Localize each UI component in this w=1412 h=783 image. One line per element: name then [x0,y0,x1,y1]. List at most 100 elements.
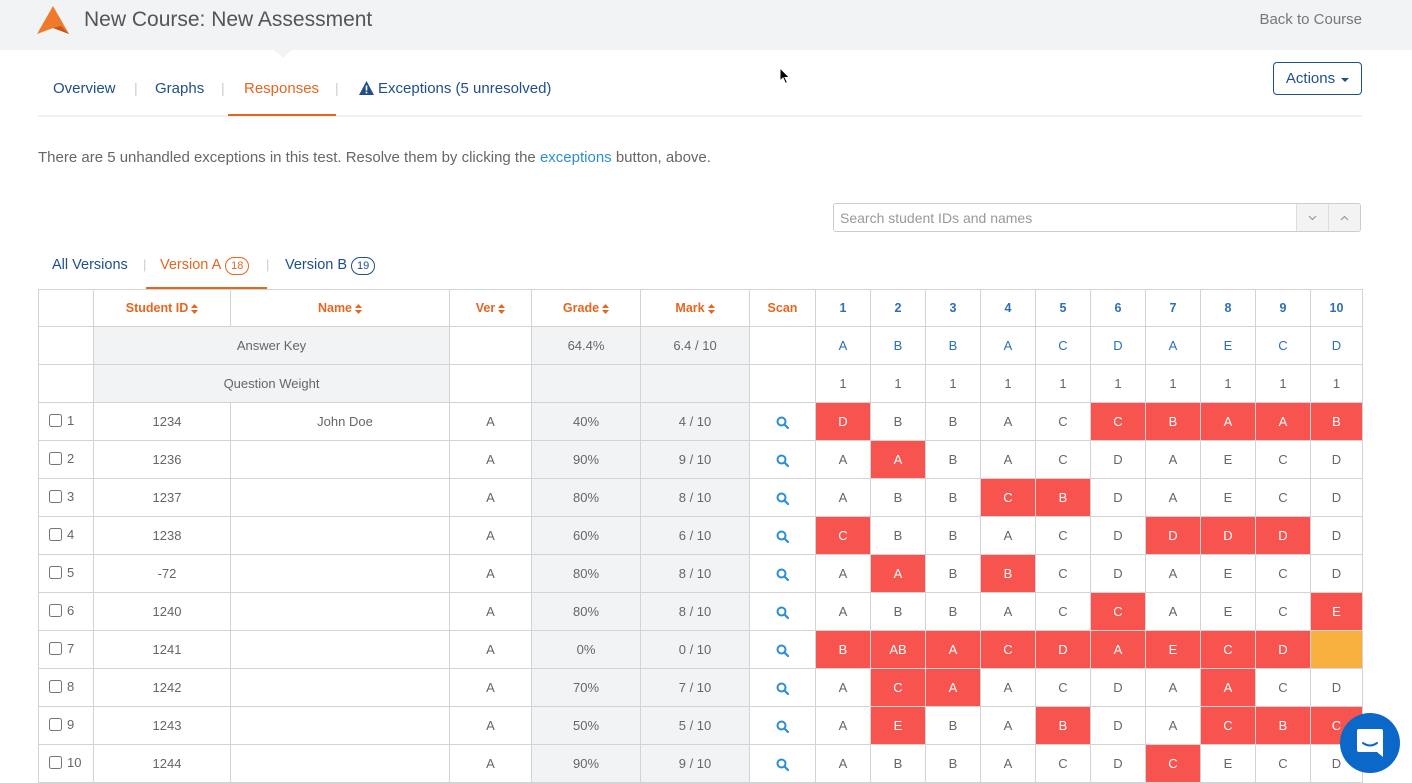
response-cell[interactable]: E [1200,478,1256,517]
response-cell[interactable]: E [1200,440,1256,479]
response-cell[interactable]: B [925,744,981,783]
response-cell[interactable]: C [815,516,871,555]
response-cell[interactable]: A [815,706,871,745]
student-name-cell[interactable] [230,706,450,745]
response-cell[interactable]: D [1090,478,1146,517]
student-name-cell[interactable] [230,440,450,479]
student-id-cell[interactable]: 1238 [93,516,231,555]
response-cell[interactable]: C [1035,402,1091,441]
response-cell[interactable]: A [1200,402,1256,441]
response-cell[interactable]: C [980,478,1036,517]
response-cell[interactable]: B [1035,478,1091,517]
row-select[interactable]: 10 [40,755,93,770]
version-cell[interactable]: A [449,668,532,707]
response-cell[interactable]: A [870,554,926,593]
answer-key-cell[interactable]: D [1090,326,1146,365]
tab-graphs[interactable]: Graphs [155,80,204,97]
answer-key-cell[interactable]: B [870,326,926,365]
tab-version-a[interactable]: Version A 18 [160,257,250,275]
response-cell[interactable]: D [1200,516,1256,555]
scan-cell[interactable] [749,440,816,479]
version-cell[interactable]: A [449,554,532,593]
response-cell[interactable]: A [815,554,871,593]
response-cell[interactable]: A [1090,630,1146,669]
response-cell[interactable]: C [1200,706,1256,745]
student-id-cell[interactable]: 1237 [93,478,231,517]
weight-cell[interactable]: 1 [1310,364,1363,403]
response-cell[interactable]: A [1145,668,1201,707]
response-cell[interactable]: A [980,668,1036,707]
response-cell[interactable]: C [1255,668,1311,707]
answer-key-cell[interactable]: C [1035,326,1091,365]
version-cell[interactable]: A [449,478,532,517]
response-cell[interactable]: B [980,554,1036,593]
response-cell[interactable]: A [815,440,871,479]
weight-cell[interactable]: 1 [1145,364,1201,403]
response-cell[interactable]: A [925,668,981,707]
actions-dropdown-button[interactable]: Actions [1273,62,1362,95]
version-cell[interactable]: A [449,402,532,441]
row-checkbox[interactable] [49,528,62,541]
response-cell[interactable]: D [1255,630,1311,669]
scan-cell[interactable] [749,592,816,631]
row-select[interactable]: 4 [40,527,93,542]
response-cell[interactable]: D [1145,516,1201,555]
response-cell[interactable]: D [1090,440,1146,479]
response-cell[interactable]: D [1090,554,1146,593]
student-name-cell[interactable] [230,744,450,783]
row-select[interactable]: 5 [40,565,93,580]
answer-key-cell[interactable]: B [925,326,981,365]
tab-version-b[interactable]: Version B 19 [285,257,376,275]
weight-cell[interactable]: 1 [1255,364,1311,403]
response-cell[interactable]: B [925,592,981,631]
response-cell[interactable]: B [870,478,926,517]
response-cell[interactable]: A [815,592,871,631]
response-cell[interactable]: A [1145,478,1201,517]
response-cell[interactable]: A [815,744,871,783]
response-cell[interactable]: B [925,516,981,555]
response-cell[interactable]: A [980,516,1036,555]
weight-cell[interactable]: 1 [925,364,981,403]
grade-header[interactable]: Grade [531,289,641,327]
student-id-cell[interactable]: 1244 [93,744,231,783]
weight-cell[interactable]: 1 [1090,364,1146,403]
student-id-cell[interactable]: -72 [93,554,231,593]
response-cell[interactable]: A [815,478,871,517]
response-cell[interactable]: A [1145,554,1201,593]
student-id-cell[interactable]: 1242 [93,668,231,707]
weight-cell[interactable]: 1 [815,364,871,403]
response-cell[interactable]: B [815,630,871,669]
scan-cell[interactable] [749,668,816,707]
response-cell[interactable]: C [1255,440,1311,479]
response-cell[interactable]: D [1090,516,1146,555]
exceptions-link[interactable]: exceptions [540,149,612,166]
version-cell[interactable]: A [449,516,532,555]
response-cell[interactable]: D [1090,668,1146,707]
student-id-cell[interactable]: 1236 [93,440,231,479]
student-id-cell[interactable]: 1240 [93,592,231,631]
response-cell[interactable]: C [1035,516,1091,555]
response-cell[interactable]: A [980,744,1036,783]
student-name-cell[interactable] [230,516,450,555]
response-cell[interactable]: B [1255,706,1311,745]
version-cell[interactable]: A [449,630,532,669]
response-cell[interactable]: A [1145,592,1201,631]
response-cell[interactable]: B [925,402,981,441]
tab-all-versions[interactable]: All Versions [52,257,128,273]
response-cell[interactable]: A [980,440,1036,479]
response-cell[interactable]: A [1255,402,1311,441]
back-to-course-link[interactable]: Back to Course [1259,11,1362,28]
answer-key-cell[interactable]: A [815,326,871,365]
chat-support-button[interactable] [1340,713,1400,773]
version-header[interactable]: Ver [449,289,532,327]
weight-cell[interactable]: 1 [980,364,1036,403]
response-cell[interactable]: C [1035,744,1091,783]
response-cell[interactable]: C [870,668,926,707]
response-cell[interactable]: D [1310,478,1363,517]
response-cell[interactable]: B [870,516,926,555]
response-cell[interactable]: E [1145,630,1201,669]
response-cell[interactable]: B [1145,402,1201,441]
scan-cell[interactable] [749,478,816,517]
response-cell[interactable]: B [1035,706,1091,745]
response-cell[interactable]: C [1035,592,1091,631]
